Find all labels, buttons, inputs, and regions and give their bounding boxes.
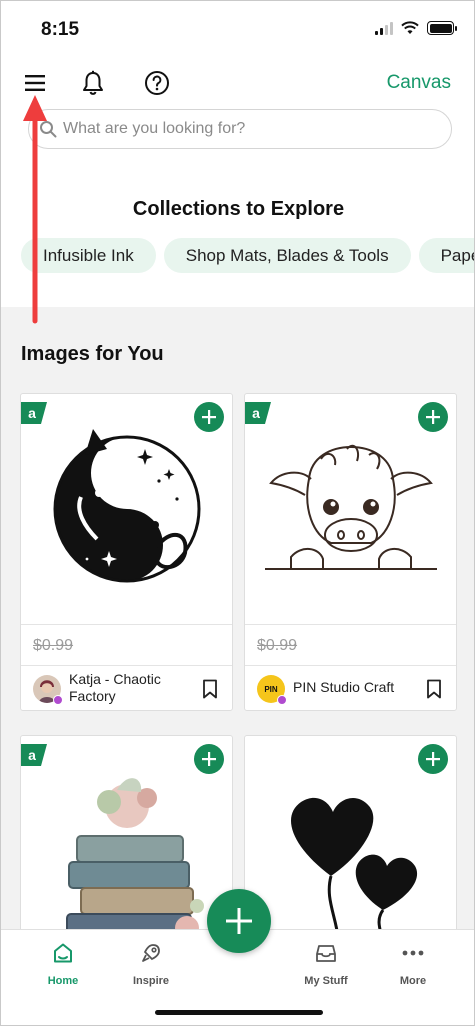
tab-more-label: More: [399, 975, 427, 987]
canvas-link[interactable]: Canvas: [387, 72, 451, 94]
app-screen: 8:15 Canvas Collections to Explore Infus…: [0, 0, 475, 1026]
inbox-tray-icon: [316, 945, 336, 962]
wifi-icon: [401, 21, 419, 34]
creator-row[interactable]: PIN PIN Studio Craft: [245, 666, 456, 710]
image-card[interactable]: a $0.99 PIN PIN Studio Craft: [244, 393, 457, 711]
chip-paper[interactable]: Pape: [418, 238, 474, 273]
help-icon[interactable]: [143, 69, 171, 97]
search-bar[interactable]: [28, 109, 452, 149]
top-nav: Canvas: [1, 61, 474, 105]
price-row: $0.99: [245, 624, 456, 666]
tab-home[interactable]: Home: [23, 942, 103, 987]
battery-icon: [427, 21, 457, 35]
avatar-text: PIN: [264, 684, 278, 694]
status-time: 8:15: [41, 19, 80, 40]
price: $0.99: [257, 637, 298, 654]
tab-inspire[interactable]: Inspire: [111, 942, 191, 987]
chip-shop-mats-blades-tools[interactable]: Shop Mats, Blades & Tools: [163, 238, 411, 273]
status-icons: [375, 21, 457, 35]
creator-name: Katja - Chaotic Factory: [69, 671, 161, 704]
add-to-canvas-button[interactable]: [418, 744, 448, 774]
tab-my-stuff-label: My Stuff: [304, 975, 348, 987]
annotation-arrow: [23, 95, 47, 324]
creator-name: PIN Studio Craft: [293, 679, 395, 695]
cellular-signal-icon: [375, 21, 393, 35]
creator-row[interactable]: Katja - Chaotic Factory: [21, 666, 232, 710]
verified-dot: [53, 695, 63, 705]
add-to-canvas-button[interactable]: [194, 402, 224, 432]
image-card[interactable]: a $0.99 Katja - Chaotic Factory: [20, 393, 233, 711]
bell-icon[interactable]: [79, 69, 107, 97]
tab-home-label: Home: [47, 975, 79, 987]
tab-more[interactable]: More: [373, 942, 453, 987]
add-to-canvas-button[interactable]: [418, 402, 448, 432]
rocket-icon: [142, 944, 160, 962]
tab-my-stuff[interactable]: My Stuff: [286, 942, 366, 987]
verified-dot: [277, 695, 287, 705]
home-indicator: [155, 1010, 323, 1015]
more-dots-icon: [402, 950, 424, 956]
home-icon: [54, 943, 72, 963]
plus-icon: [226, 908, 252, 934]
bookmark-icon[interactable]: [426, 679, 442, 699]
add-to-canvas-button[interactable]: [194, 744, 224, 774]
feed-title: Images for You: [21, 343, 164, 365]
bookmark-icon[interactable]: [202, 679, 218, 699]
create-new-button[interactable]: [207, 889, 271, 953]
collections-chips: Infusible Ink Shop Mats, Blades & Tools …: [21, 238, 474, 273]
price-row: $0.99: [21, 624, 232, 666]
price: $0.99: [33, 637, 74, 654]
collections-title: Collections to Explore: [132, 198, 345, 220]
tab-inspire-label: Inspire: [132, 975, 170, 987]
search-input[interactable]: [63, 120, 413, 138]
